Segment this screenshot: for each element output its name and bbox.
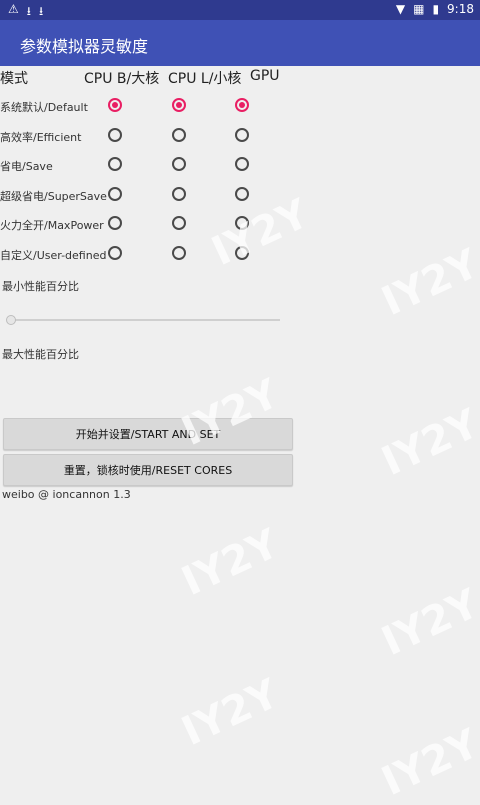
mode-row-label: 超级省电/SuperSave (0, 189, 107, 203)
radio-gpu[interactable] (235, 157, 249, 171)
mode-row-label: 火力全开/MaxPower (0, 219, 104, 232)
radio-gpu[interactable] (235, 186, 249, 201)
radio-gpu[interactable] (235, 245, 249, 260)
column-header-gpu: GPU (250, 68, 280, 84)
app-title: 参数模拟器灵敏度 (20, 37, 149, 56)
radio-cpu-b[interactable] (108, 157, 122, 171)
radio-cpu-l[interactable] (172, 245, 186, 260)
radio-cpu-b[interactable] (108, 127, 122, 142)
radio-gpu[interactable] (235, 216, 249, 230)
column-header-cpu-l: CPU L/小核 (168, 71, 242, 87)
min-perf-slider[interactable] (6, 315, 280, 325)
wifi-icon: ▼ (395, 2, 406, 16)
mode-row: 火力全开/MaxPower (0, 210, 480, 240)
signal-icon: ▦ (413, 2, 425, 16)
mode-row: 超级省电/SuperSave (0, 181, 480, 211)
radio-cpu-l[interactable] (172, 157, 186, 171)
max-perf-label: 最大性能百分比 (2, 348, 79, 361)
radio-cpu-l[interactable] (172, 127, 186, 142)
mode-row: 省电/Save (0, 151, 480, 181)
radio-cpu-l[interactable] (172, 98, 186, 112)
reset-cores-button[interactable]: 重置，锁核时使用/RESET CORES (3, 454, 293, 486)
mode-row: 系统默认/Default (0, 92, 480, 122)
mode-row: 高效率/Efficient (0, 122, 480, 152)
radio-cpu-l[interactable] (172, 186, 186, 201)
min-perf-slider-thumb[interactable] (6, 315, 16, 325)
radio-cpu-b[interactable] (108, 186, 122, 201)
status-bar: ⚠ ⭳ ⭳ ▼ ▦ ▮ 9:18 (0, 0, 480, 20)
mode-row-label: 高效率/Efficient (0, 130, 82, 144)
mode-row-label: 省电/Save (0, 160, 53, 173)
mode-row-label: 自定义/User-defined (0, 248, 107, 262)
mode-row: 自定义/User-defined (0, 240, 480, 270)
app-toolbar: 参数模拟器灵敏度 (0, 20, 480, 66)
start-and-set-button[interactable]: 开始并设置/START AND SET (3, 418, 293, 450)
column-header-cpu-b: CPU B/大核 (84, 71, 160, 87)
mode-row-label: 系统默认/Default (0, 101, 88, 114)
radio-gpu[interactable] (235, 98, 249, 112)
main-content: 模式 CPU B/大核 CPU L/小核 GPU 系统默认/Default 高效率… (0, 66, 480, 800)
column-header-mode: 模式 (0, 71, 28, 87)
radio-cpu-l[interactable] (172, 216, 186, 230)
footer-credit: weibo @ ioncannon 1.3 (2, 488, 131, 501)
radio-cpu-b[interactable] (108, 98, 122, 112)
radio-gpu[interactable] (235, 127, 249, 142)
radio-cpu-b[interactable] (108, 216, 122, 230)
min-perf-label: 最小性能百分比 (2, 280, 79, 293)
status-time: 9:18 (447, 2, 474, 16)
radio-cpu-b[interactable] (108, 245, 122, 260)
battery-icon: ▮ (432, 2, 440, 16)
